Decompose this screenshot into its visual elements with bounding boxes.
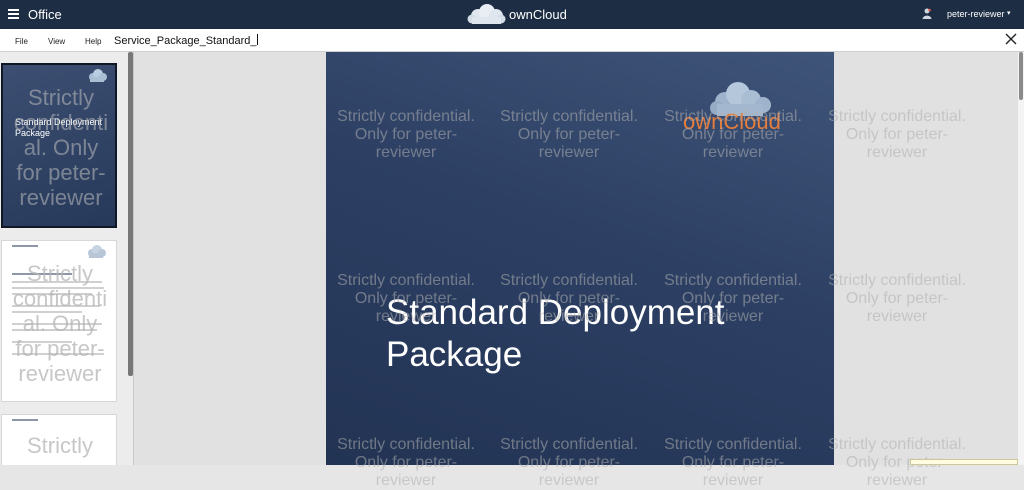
document-toolbar: File View Help Service_Package_Standard_ (0, 29, 1024, 52)
panel-scrollbar[interactable] (128, 52, 133, 376)
document-title: Service_Package_Standard_ (114, 35, 257, 47)
thumbnail-watermark: Strictly (27, 433, 93, 458)
thumbnail-text-line (12, 293, 92, 295)
hamburger-menu-icon[interactable] (8, 9, 20, 19)
user-name: peter-reviewer (947, 9, 1005, 19)
thumbnail-text-line (12, 281, 102, 283)
thumbnail-title: Standard Deployment Package (15, 117, 103, 138)
slide-thumbnail-1[interactable]: Standard Deployment Package Strictly con… (1, 63, 117, 228)
vertical-scrollbar[interactable] (1018, 52, 1024, 465)
menu-file[interactable]: File (15, 37, 28, 46)
slide-logo-text: ownCloud (683, 109, 781, 134)
slide-title: Standard Deployment Package (386, 293, 725, 374)
cloud-icon (88, 245, 106, 258)
thumbnail-text-line (12, 329, 97, 331)
thumbnail-text-line (12, 305, 100, 307)
chevron-down-icon: ▾ (1007, 10, 1011, 17)
thumbnail-text-line (12, 323, 102, 325)
thumbnail-text-line (12, 341, 72, 343)
cloud-icon (89, 69, 107, 82)
brand-name: ownCloud (509, 7, 567, 22)
slide-sorter-panel: Standard Deployment Package Strictly con… (0, 52, 134, 465)
app-header: Office ownCloud peter-reviewer ▾ (0, 0, 1024, 29)
cloud-icon (467, 4, 506, 24)
thumbnail-text-line (12, 273, 72, 275)
slide-thumbnail-2[interactable]: Strictly confidenti al. Only for peter- … (1, 240, 117, 402)
text-cursor (257, 34, 259, 45)
status-bar (910, 459, 1018, 465)
thumbnail-text-line (12, 353, 104, 355)
thumbnail-text-line (12, 311, 82, 313)
user-avatar-icon (922, 8, 932, 19)
vertical-scrollbar-thumb[interactable] (1019, 52, 1023, 100)
close-icon[interactable] (1004, 31, 1018, 47)
menu-help[interactable]: Help (85, 37, 101, 46)
app-name[interactable]: Office (28, 7, 62, 22)
thumbnail-header-line (12, 419, 38, 421)
thumbnail-header-line (12, 245, 38, 247)
slide-thumbnail-3[interactable]: Strictly (1, 414, 117, 465)
document-title-field[interactable]: Service_Package_Standard_ (114, 34, 259, 47)
thumbnail-text-line (12, 287, 104, 289)
thumbnail-watermark: Strictly confidenti al. Only for peter- … (13, 85, 109, 210)
menu-view[interactable]: View (48, 37, 65, 46)
